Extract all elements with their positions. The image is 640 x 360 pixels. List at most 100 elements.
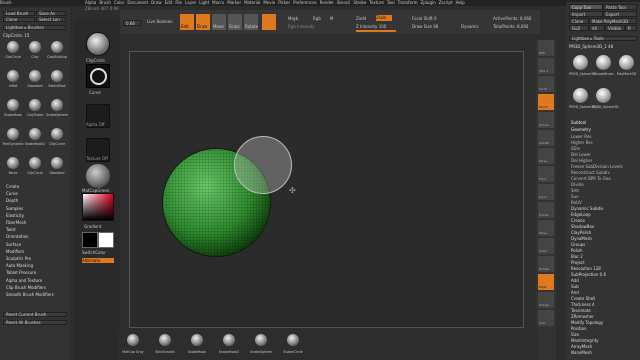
nav-polyf-button[interactable]: PolyF bbox=[538, 274, 554, 290]
geometry-item[interactable]: Del Lower bbox=[571, 152, 591, 157]
brush-thumb[interactable]: TrimDynamic bbox=[2, 125, 24, 154]
brush-thumb[interactable]: ClipCurve bbox=[46, 125, 68, 154]
nav-scroll-button[interactable]: Scroll bbox=[538, 76, 554, 92]
tool-section-item[interactable]: SubProjection 0.6 bbox=[571, 272, 606, 277]
alternate-button[interactable]: Alternate bbox=[82, 258, 114, 263]
stroke-shelf-icon[interactable] bbox=[86, 64, 110, 88]
brush-thumb[interactable]: SnakeHook2 bbox=[24, 125, 46, 154]
brush-thumb[interactable]: SnakeHook bbox=[2, 96, 24, 125]
tool-subpalette[interactable]: Geometry bbox=[571, 127, 591, 132]
draw-button[interactable]: Draw bbox=[196, 14, 210, 30]
brush-section-item[interactable]: Depth bbox=[6, 198, 18, 203]
menu-layer[interactable]: Layer bbox=[185, 0, 196, 5]
geometry-item[interactable]: Freeze SubDivision Levels bbox=[571, 164, 623, 169]
brush-section-item[interactable]: Sculptris Pro bbox=[6, 256, 31, 261]
clone-button[interactable]: Clone bbox=[3, 17, 35, 22]
nav-zoom-button[interactable]: Zoom bbox=[538, 94, 554, 110]
brush-section-item[interactable]: Tablet Pressure bbox=[6, 270, 36, 275]
draw-size-slider[interactable]: Draw Size 98 bbox=[412, 24, 438, 29]
brush-thumb[interactable]: SelectRect bbox=[46, 67, 68, 96]
nav-local-button[interactable]: Local bbox=[538, 184, 554, 200]
menu-render[interactable]: Render bbox=[320, 0, 334, 5]
tool-section-item[interactable]: Position bbox=[571, 326, 587, 331]
tool-section-item[interactable]: Tessimate bbox=[571, 308, 591, 313]
nav-transp-button[interactable]: Transp bbox=[538, 292, 554, 308]
tool-section-item[interactable]: ShadowBox bbox=[571, 224, 594, 229]
bottom-brush-item[interactable]: SnakeHook bbox=[182, 332, 212, 360]
menu-light[interactable]: Light bbox=[199, 0, 209, 5]
nav-spix-3-button[interactable]: SPix 3 bbox=[538, 58, 554, 74]
z-intensity-slider[interactable]: Z Intensity 100 bbox=[356, 24, 386, 29]
brush-section-item[interactable]: Create bbox=[6, 184, 19, 189]
tool-top-button[interactable]: GoZ bbox=[569, 25, 589, 31]
menu-macro[interactable]: Macro bbox=[212, 0, 224, 5]
tool-section-item[interactable]: ClayPolish bbox=[571, 230, 591, 235]
secondary-color-swatch[interactable] bbox=[98, 232, 114, 248]
tool-section-item[interactable]: Add bbox=[571, 278, 579, 283]
brush-section-item[interactable]: Modifiers bbox=[6, 249, 24, 254]
tool-top-button[interactable]: Export bbox=[603, 11, 637, 17]
tool-top-button[interactable]: Paste Tool bbox=[603, 4, 637, 10]
tool-section-item[interactable]: ArrayMesh bbox=[571, 344, 592, 349]
menu-zscript[interactable]: Zscript bbox=[439, 0, 453, 5]
reset-current-brush-button[interactable]: Reset Current Brush bbox=[3, 312, 67, 317]
nav-floor-button[interactable]: Floor bbox=[538, 166, 554, 182]
scale-button[interactable]: Scale bbox=[228, 14, 242, 30]
nav-move-button[interactable]: Move bbox=[538, 220, 554, 236]
bottom-brush-item[interactable]: SkinShade4 bbox=[150, 332, 180, 360]
brush-section-item[interactable]: Curve bbox=[6, 191, 18, 196]
tool-thumb[interactable]: PM3D_Sphere3D bbox=[592, 85, 618, 118]
menu-color[interactable]: Color bbox=[114, 0, 124, 5]
zsub-button[interactable]: Zsub bbox=[376, 15, 392, 21]
nav-actual-button[interactable]: Actual bbox=[538, 112, 554, 128]
tool-top-button[interactable]: Copy Tool bbox=[569, 4, 603, 10]
geometry-item[interactable]: Del Higher bbox=[571, 158, 592, 163]
tool-top-button[interactable]: All bbox=[589, 25, 605, 31]
menu-tool[interactable]: Tool bbox=[387, 0, 395, 5]
tool-section-item[interactable]: Project bbox=[571, 260, 585, 265]
menu-brush[interactable]: Brush bbox=[99, 0, 111, 5]
lightbox-tools-button[interactable]: Lightbox ▸ Tools bbox=[569, 36, 637, 41]
zoom-field[interactable]: 0.66 bbox=[123, 20, 141, 26]
material-shelf-icon[interactable] bbox=[86, 164, 110, 188]
menu-preferences[interactable]: Preferences bbox=[293, 0, 317, 5]
tool-section-item[interactable]: Create Shell bbox=[571, 296, 595, 301]
brush-thumb[interactable]: Inflat bbox=[2, 67, 24, 96]
select-button[interactable]: Select Lon bbox=[36, 17, 66, 22]
brush-section-item[interactable]: Alpha and Texture bbox=[6, 278, 42, 283]
menu-texture[interactable]: Texture bbox=[369, 0, 384, 5]
geometry-item[interactable]: Suv bbox=[571, 194, 578, 199]
tool-section-item[interactable]: And bbox=[571, 290, 579, 295]
bottom-brush-item[interactable]: SnakeSphere bbox=[246, 332, 276, 360]
menu-file[interactable]: File bbox=[175, 0, 182, 5]
brush-section-item[interactable]: Smooth Brush Modifiers bbox=[6, 292, 54, 297]
menu-zplugin[interactable]: Zplugin bbox=[421, 0, 436, 5]
dynamic-button[interactable]: Dynamic bbox=[461, 24, 479, 29]
nav-solo-button[interactable]: Solo bbox=[538, 310, 554, 326]
bottom-brush-item[interactable]: SnakeHook2 bbox=[214, 332, 244, 360]
tool-section-item[interactable]: Crease bbox=[571, 218, 585, 223]
bottom-brush-item[interactable]: MatCap Gray bbox=[118, 332, 148, 360]
tool-top-button[interactable]: Clone bbox=[569, 18, 589, 24]
brush-section-item[interactable]: FiberMesh bbox=[6, 220, 26, 225]
tool-section-item[interactable]: DynaMesh bbox=[571, 236, 592, 241]
geometry-item[interactable]: ReUV bbox=[571, 200, 582, 205]
brush-thumb[interactable]: Standard bbox=[24, 67, 46, 96]
zadd-button[interactable]: Zadd bbox=[356, 16, 366, 21]
rgb-intensity-slider[interactable]: Rgb Intensity bbox=[288, 24, 315, 29]
nav-persp-button[interactable]: Persp bbox=[538, 148, 554, 164]
menu-stencil[interactable]: Stencil bbox=[337, 0, 351, 5]
geometry-item[interactable]: Divide bbox=[571, 182, 584, 187]
brush-section-item[interactable]: Twist bbox=[6, 227, 16, 232]
menu-document[interactable]: Document bbox=[127, 0, 148, 5]
brush-section-item[interactable]: Samples bbox=[6, 206, 23, 211]
brush-section-item[interactable]: Elasticity bbox=[6, 213, 24, 218]
edit-button[interactable]: Edit bbox=[180, 14, 194, 30]
brush-thumb[interactable]: Move bbox=[2, 154, 24, 183]
gizmo-button[interactable] bbox=[262, 14, 276, 30]
save-as-button[interactable]: Save As bbox=[36, 11, 66, 16]
tool-top-button[interactable]: Make PolyMesh3D bbox=[589, 18, 637, 24]
geometry-item[interactable]: SDiv bbox=[571, 146, 580, 151]
menu-alpha[interactable]: Alpha bbox=[85, 0, 96, 5]
brush-thumb[interactable]: Clay bbox=[24, 38, 46, 67]
